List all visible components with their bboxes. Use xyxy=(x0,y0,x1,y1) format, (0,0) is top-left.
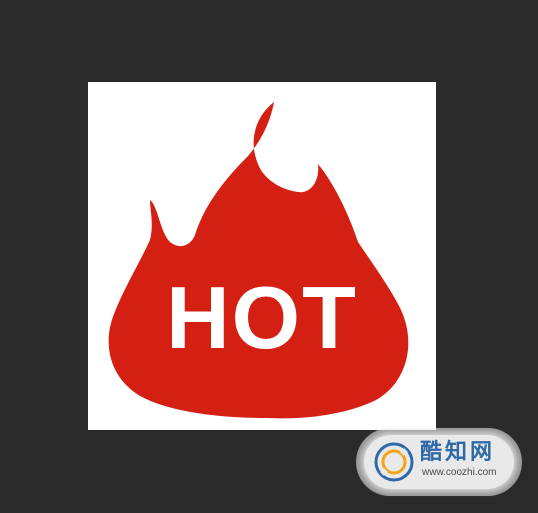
flame-shape xyxy=(108,102,409,419)
coozhi-logo-icon xyxy=(374,442,414,482)
flame-icon: HOT xyxy=(108,102,409,419)
watermark-url: www.coozhi.com xyxy=(422,467,497,478)
hot-image: HOT xyxy=(88,82,436,430)
canvas-area: HOT 酷知网 www.coozhi.com xyxy=(0,0,538,513)
watermark-brand: 酷知网 xyxy=(420,440,496,465)
hot-label: HOT xyxy=(166,268,358,367)
